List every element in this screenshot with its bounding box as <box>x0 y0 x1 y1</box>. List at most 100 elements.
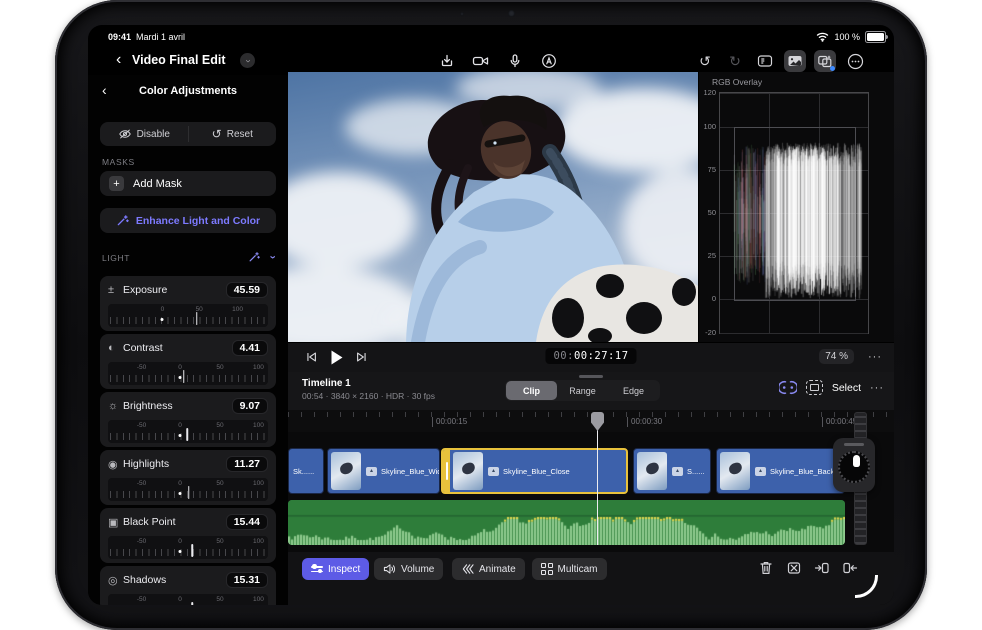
origin-dot <box>178 376 182 379</box>
slider-ruler[interactable]: -50 0 50 100 <box>108 594 268 605</box>
slider-cursor[interactable] <box>196 312 198 325</box>
ruler-label: 00:00:30 <box>627 417 662 427</box>
slider-cursor[interactable] <box>191 602 193 605</box>
import-button[interactable] <box>436 50 458 72</box>
slider-value[interactable]: 15.44 <box>225 514 268 530</box>
slider-row: ☼ Brightness 9.07 <box>108 397 268 415</box>
disable-button[interactable]: Disable <box>100 122 188 146</box>
skip-to-start-button[interactable] <box>304 350 318 364</box>
collapse-chevron-icon[interactable]: › <box>266 255 278 259</box>
contrast-icon: ◐ <box>108 342 115 354</box>
timeline-meta: 00:54 · 3840 × 2160 · HDR · 30 fps <box>302 391 436 401</box>
black-point-slider-card: ▣ Black Point 15.44 -50 0 50 100 <box>100 508 276 563</box>
redo-button[interactable]: ↻ <box>724 50 746 72</box>
clip-skyline-1[interactable]: Sk...... <box>288 448 324 494</box>
photo-icon: ▴ <box>366 466 377 476</box>
photo-icon: ▴ <box>755 466 766 476</box>
slider-value[interactable]: 4.41 <box>231 340 268 356</box>
timeline-drag-handle[interactable] <box>579 375 603 378</box>
slider-value[interactable]: 15.31 <box>225 572 268 588</box>
select-tool-icon[interactable] <box>805 380 823 395</box>
viewer-more-icon[interactable]: ··· <box>868 351 882 363</box>
viewer-zoom-level[interactable]: 74 % <box>819 349 854 364</box>
media-browser-button[interactable] <box>784 50 806 72</box>
record-audio-button[interactable] <box>504 50 526 72</box>
light-label: LIGHT <box>102 253 131 263</box>
reset-button[interactable]: ↺ Reset <box>189 122 277 146</box>
video-preview[interactable] <box>288 72 698 342</box>
project-title[interactable]: Video Final Edit <box>132 53 226 67</box>
animate-chevrons-icon <box>462 564 474 574</box>
ruler-tick-label: 100 <box>252 596 264 603</box>
volume-button[interactable]: Volume <box>374 558 444 580</box>
ruler-tick-label: 0 <box>178 596 182 603</box>
slider-ruler[interactable]: -50 0 50 100 <box>108 478 268 501</box>
trim-handle[interactable] <box>443 450 450 492</box>
timecode-display[interactable]: 00:00:27:17 <box>545 348 637 364</box>
timeline-more-icon[interactable]: ··· <box>870 382 884 394</box>
auto-enhance-wand-icon[interactable] <box>248 251 260 263</box>
mode-edge[interactable]: Edge <box>608 381 659 400</box>
effects-button[interactable] <box>814 50 836 72</box>
pencil-tools-button[interactable] <box>538 50 560 72</box>
animate-button[interactable]: Animate <box>452 558 525 580</box>
more-button[interactable] <box>844 50 866 72</box>
undo-button[interactable]: ↺ <box>694 50 716 72</box>
slider-cursor[interactable] <box>186 428 188 441</box>
mode-clip[interactable]: Clip <box>506 381 557 400</box>
slider-cursor[interactable] <box>188 486 190 499</box>
volume-label: Volume <box>401 563 435 575</box>
clip-skyline-blue-wide[interactable]: ▴ Skyline_Blue_Wide <box>327 448 440 494</box>
project-dropdown[interactable]: › <box>240 53 255 68</box>
slider-cursor[interactable] <box>191 544 193 557</box>
add-mask-button[interactable]: + Add Mask <box>100 171 276 196</box>
ipad-bezel: 09:41 Mardi 1 avril 100 % ‹ Video Final … <box>55 0 927 630</box>
jog-wheel[interactable] <box>833 438 875 492</box>
trash-icon[interactable] <box>758 560 774 576</box>
slider-ruler[interactable]: -50 0 50 100 <box>108 536 268 559</box>
insert-clip-icon[interactable] <box>814 560 830 576</box>
slider-cursor[interactable] <box>182 370 185 383</box>
overwrite-clip-icon[interactable] <box>842 560 858 576</box>
shadows-slider-card: ◎ Shadows 15.31 -50 0 50 100 <box>100 566 276 605</box>
ruler-tick-label: 0 <box>178 364 182 371</box>
clip-skyline-blue-background[interactable]: ▴ Skyline_Blue_Background <box>716 448 845 494</box>
skip-to-end-button[interactable] <box>355 350 369 364</box>
slider-ruler[interactable]: -50 0 50 100 <box>108 362 268 385</box>
play-icon <box>331 350 343 365</box>
enhance-light-color-button[interactable]: Enhance Light and Color <box>100 208 276 233</box>
record-video-button[interactable] <box>470 50 492 72</box>
front-camera <box>508 10 515 17</box>
center-toolbar-icons <box>436 50 560 72</box>
back-chevron-icon[interactable]: ‹ <box>116 52 121 68</box>
clip-skyline-2[interactable]: ▴ S...... <box>633 448 711 494</box>
jog-dial[interactable] <box>838 451 870 483</box>
slider-value[interactable]: 11.27 <box>226 456 268 472</box>
slider-value[interactable]: 45.59 <box>225 282 268 298</box>
play-button[interactable] <box>329 349 344 366</box>
slider-row: ▣ Black Point 15.44 <box>108 513 268 531</box>
jog-wheel-handle[interactable] <box>844 443 864 446</box>
slider-ruler[interactable]: -50 0 50 100 <box>108 420 268 443</box>
slider-value[interactable]: 9.07 <box>231 398 268 414</box>
reset-label: Reset <box>226 128 253 140</box>
select-tool-label[interactable]: Select <box>832 382 861 394</box>
scope-tick-label: 120 <box>703 88 716 97</box>
slider-ruler[interactable]: 0 50 100 <box>108 304 268 327</box>
inspect-button[interactable]: Inspect <box>302 558 370 580</box>
audio-track-clip[interactable] <box>288 500 845 545</box>
timeline-header: Timeline 1 00:54 · 3840 × 2160 · HDR · 3… <box>288 372 894 410</box>
light-section-controls: › <box>248 251 278 263</box>
ruler-tick-label: 50 <box>216 480 224 487</box>
multicam-button[interactable]: Multicam <box>532 558 607 580</box>
pencil-a-icon <box>542 54 556 68</box>
inspector-toggle-button[interactable] <box>754 50 776 72</box>
ruler-tick-label: -50 <box>136 596 147 603</box>
magnetic-timeline-icon[interactable] <box>778 380 797 395</box>
panel-title: Color Adjustments <box>139 85 237 97</box>
cut-clip-icon[interactable] <box>786 560 802 576</box>
ruler-tick-label: -50 <box>136 422 147 429</box>
clip-skyline-blue-close-selected[interactable]: ▴ Skyline_Blue_Close <box>441 448 628 494</box>
ruler-tick-label: 0 <box>178 422 182 429</box>
mode-range[interactable]: Range <box>557 381 608 400</box>
